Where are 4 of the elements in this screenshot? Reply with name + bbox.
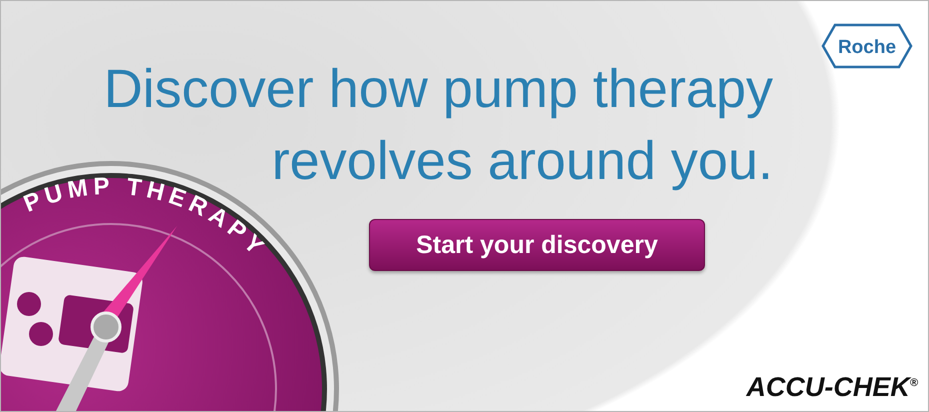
accu-chek-logo: ACCU-CHEK$^{®}$ xyxy=(746,372,918,403)
headline-text: Discover how pump therapy xyxy=(102,58,773,121)
start-discovery-button[interactable]: Start your discovery xyxy=(369,219,705,271)
roche-logo: Roche xyxy=(821,23,913,69)
